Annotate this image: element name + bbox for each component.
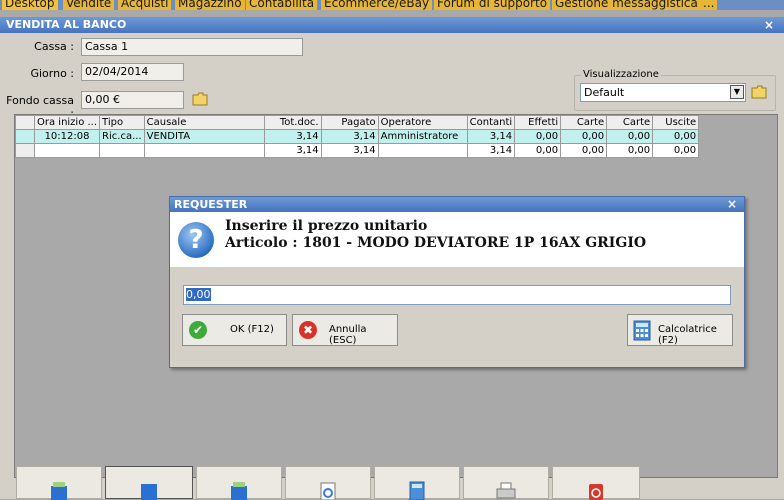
column-header[interactable]: Operatore <box>377 115 468 130</box>
register-icon <box>231 482 247 500</box>
visualizzazione-value: Default <box>584 86 625 99</box>
table-cell: 0,00 <box>652 143 700 158</box>
ok-button-label: OK (F12) <box>230 324 274 335</box>
column-header[interactable]: Uscite <box>652 115 700 130</box>
cassa-label: Cassa : <box>34 40 74 53</box>
toolbar-button-exit[interactable] <box>552 466 640 500</box>
folder-icon[interactable] <box>192 92 208 106</box>
tab-magazzino[interactable]: Magazzino <box>175 0 245 10</box>
row-indicator <box>15 143 35 158</box>
toolbar-button-new-sale[interactable] <box>16 466 102 500</box>
checkmark-icon: ✔ <box>189 321 207 339</box>
table-cell: VENDITA <box>143 129 265 144</box>
column-header[interactable]: Effetti <box>514 115 562 130</box>
cancel-button[interactable]: ✖ Annulla (ESC) <box>292 314 398 346</box>
column-header[interactable]: Carte <box>560 115 608 130</box>
column-header[interactable]: Tipo <box>99 115 145 130</box>
chevron-down-icon[interactable]: ▼ <box>730 85 744 99</box>
table-cell: 3,14 <box>466 129 516 144</box>
toolbar-button-print[interactable] <box>463 466 549 499</box>
column-header[interactable]: Ora inizio ... <box>33 115 101 130</box>
row-indicator <box>15 129 35 144</box>
dialog-article: Articolo : 1801 - MODO DEVIATORE 1P 16AX… <box>225 235 647 251</box>
tab-forum[interactable]: Forum di supporto <box>434 0 551 10</box>
price-input-value: 0,00 <box>186 288 211 301</box>
requester-dialog: REQUESTER × ? Inserire il prezzo unitari… <box>169 196 745 368</box>
calculator-button-label: Calcolatrice (F2) <box>658 324 717 346</box>
tab-ecommerce[interactable]: Ecommerce/eBay <box>321 0 433 10</box>
folder-icon-view[interactable] <box>751 85 767 99</box>
tab-desktop[interactable]: Desktop <box>2 0 58 10</box>
power-icon <box>589 484 603 500</box>
cancel-button-label: Annulla (ESC) <box>329 324 367 346</box>
row-indicator-header <box>15 115 35 130</box>
table-cell: 3,14 <box>320 129 379 144</box>
table-cell: 0,00 <box>514 129 562 144</box>
toolbar-button-search[interactable] <box>285 466 371 500</box>
table-cell: 3,14 <box>466 143 516 158</box>
fondo-cassa-field[interactable]: 0,00 € <box>81 91 184 109</box>
giorno-field[interactable]: 02/04/2014 <box>81 63 184 81</box>
calculator-icon <box>409 481 425 500</box>
magnifier-icon <box>320 482 336 500</box>
sales-table: Ora inizio ... Tipo Causale Tot.doc. Pag… <box>15 115 700 158</box>
table-header-row: Ora inizio ... Tipo Causale Tot.doc. Pag… <box>15 115 700 130</box>
tab-vendite[interactable]: Vendite <box>63 0 115 10</box>
table-cell: 10:12:08 <box>33 129 101 144</box>
table-cell: Ric.ca... <box>99 129 145 144</box>
table-cell: 3,14 <box>263 143 322 158</box>
dialog-close-icon[interactable]: × <box>727 197 737 212</box>
calculator-button[interactable]: Calcolatrice (F2) <box>627 314 733 346</box>
table-cell: 0,00 <box>560 129 608 144</box>
table-cell: 0,00 <box>652 129 700 144</box>
calculator-icon <box>633 320 651 341</box>
column-header[interactable]: Causale <box>143 115 265 130</box>
dialog-prompt: Inserire il prezzo unitario <box>225 218 428 234</box>
tab-acquisti[interactable]: Acquisti <box>118 0 172 10</box>
table-total-row: 3,14 3,14 3,14 0,00 0,00 0,00 0,00 <box>15 143 700 158</box>
table-cell: 0,00 <box>606 143 654 158</box>
table-cell <box>33 143 101 158</box>
top-tab-bar: Desktop Vendite Acquisti Magazzino Conta… <box>0 0 784 10</box>
column-header[interactable]: Pagato <box>320 115 379 130</box>
dialog-title: REQUESTER <box>170 197 744 212</box>
giorno-label: Giorno : <box>30 67 74 80</box>
toolbar-button-copy-sale[interactable] <box>196 466 282 500</box>
printer-icon <box>496 482 516 499</box>
table-cell: 3,14 <box>320 143 379 158</box>
toolbar-button-calculator[interactable] <box>374 466 460 500</box>
column-header[interactable]: Tot.doc. <box>263 115 322 130</box>
table-cell: 3,14 <box>263 129 322 144</box>
question-icon: ? <box>178 222 214 258</box>
table-cell <box>99 143 145 158</box>
register-icon <box>141 484 157 500</box>
dialog-header: ? Inserire il prezzo unitario Articolo :… <box>170 212 744 267</box>
column-header[interactable]: Contanti <box>466 115 516 130</box>
cancel-icon: ✖ <box>299 321 317 339</box>
table-cell: 0,00 <box>606 129 654 144</box>
table-cell <box>377 143 468 158</box>
ok-button[interactable]: ✔ OK (F12) <box>182 314 287 346</box>
register-icon <box>51 482 67 500</box>
table-cell: 0,00 <box>514 143 562 158</box>
window-close-icon[interactable]: × <box>764 17 774 33</box>
visualizzazione-select[interactable]: Default ▼ <box>580 83 746 102</box>
visualizzazione-label: Visualizzazione <box>581 69 661 80</box>
toolbar-button-open-sale[interactable] <box>105 466 193 500</box>
price-input[interactable]: 0,00 <box>183 285 731 305</box>
tab-more[interactable]: ... <box>700 0 718 10</box>
cassa-field[interactable]: Cassa 1 <box>81 38 303 56</box>
table-row[interactable]: 10:12:08 Ric.ca... VENDITA 3,14 3,14 Amm… <box>15 129 700 144</box>
column-header[interactable]: Carte <box>606 115 654 130</box>
tab-contabilita[interactable]: Contabilità <box>246 0 318 10</box>
window-title: VENDITA AL BANCO <box>0 17 784 33</box>
table-cell <box>143 143 265 158</box>
table-cell: Amministratore <box>377 129 468 144</box>
tab-messaggistica[interactable]: Gestione messaggistica <box>552 0 701 10</box>
table-cell: 0,00 <box>560 143 608 158</box>
